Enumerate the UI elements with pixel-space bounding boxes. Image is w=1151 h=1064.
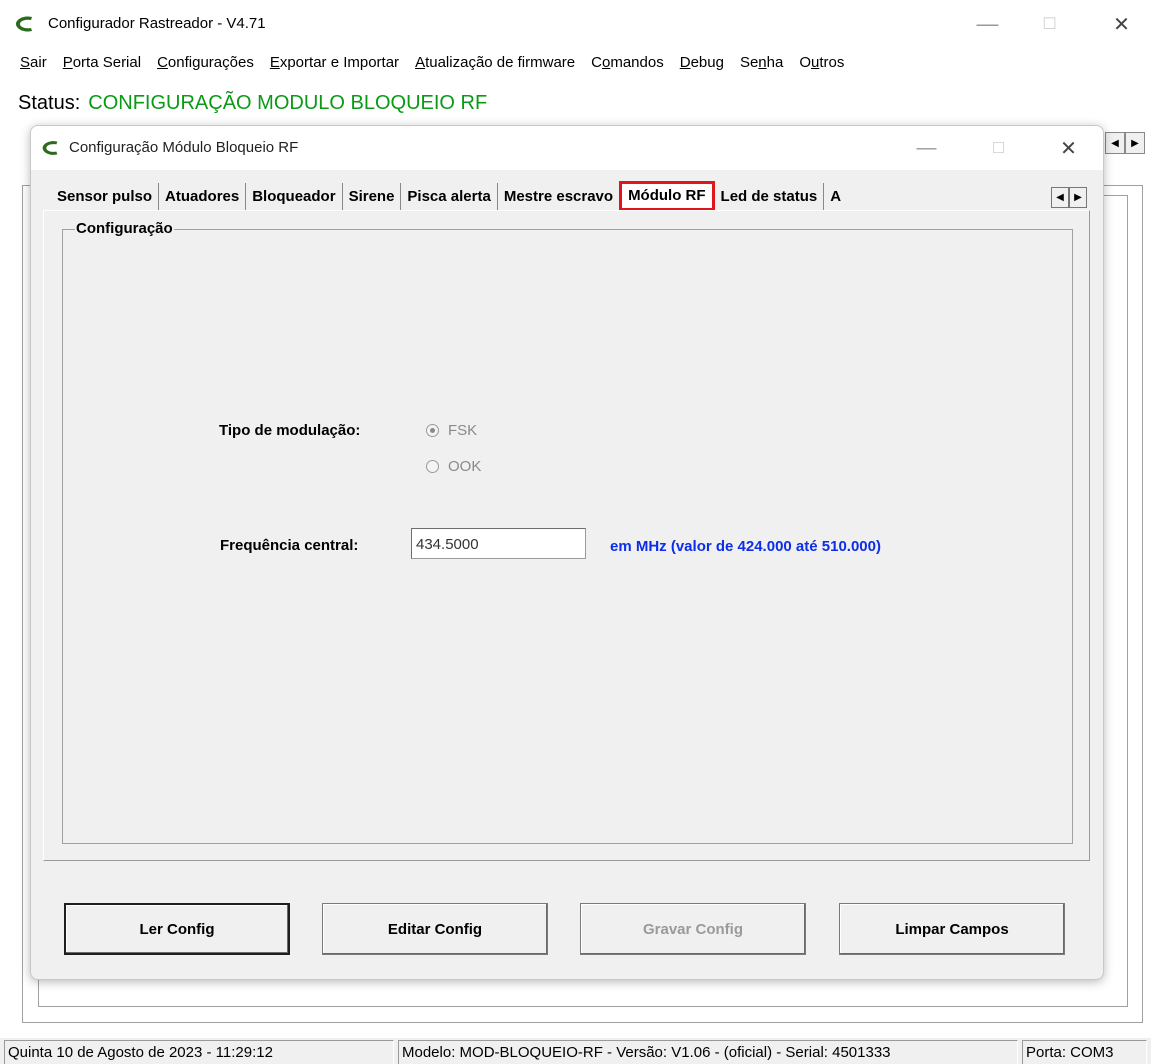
frequency-label: Frequência central: [220, 537, 359, 554]
rf-config-dialog: Configuração Módulo Bloqueio RF — ☐ ✕ Se… [30, 125, 1104, 980]
menu-sair[interactable]: Sair [10, 50, 55, 76]
dialog-logo-icon [42, 141, 58, 155]
status-value: CONFIGURAÇÃO MODULO BLOQUEIO RF [88, 92, 488, 114]
maximize-button[interactable]: ☐ [1022, 0, 1077, 48]
edit-config-button[interactable]: Editar Config [322, 903, 548, 955]
dialog-titlebar: Configuração Módulo Bloqueio RF — ☐ ✕ [31, 126, 1103, 170]
tab-panel-modulo-rf: Configuração Tipo de modulação: FSK OOK … [43, 210, 1090, 861]
menu-atualizacao-firmware[interactable]: Atualização de firmware [407, 50, 583, 76]
write-config-button[interactable]: Gravar Config [580, 903, 806, 955]
menu-senha[interactable]: Senha [732, 50, 791, 76]
menu-bar: Sair Porta Serial Configurações Exportar… [0, 50, 1151, 76]
main-tab-scroll-left-icon[interactable]: ◀ [1105, 132, 1125, 154]
menu-exportar-importar[interactable]: Exportar e Importar [262, 50, 407, 76]
tab-sensor-pulso[interactable]: Sensor pulso [51, 183, 160, 211]
config-group-title: Configuração [75, 220, 174, 237]
menu-outros[interactable]: Outros [791, 50, 852, 76]
statusbar-datetime: Quinta 10 de Agosto de 2023 - 11:29:12 [4, 1040, 394, 1064]
tab-led-de-status[interactable]: Led de status [715, 183, 825, 211]
status-label: Status: [18, 92, 81, 114]
app-logo-icon [16, 16, 32, 32]
menu-porta-serial[interactable]: Porta Serial [55, 50, 149, 76]
modulation-label: Tipo de modulação: [219, 422, 361, 439]
statusbar-port: Porta: COM3 [1022, 1040, 1147, 1064]
status-line: Status: CONFIGURAÇÃO MODULO BLOQUEIO RF [18, 92, 487, 115]
radio-fsk-circle-icon [426, 424, 439, 437]
radio-fsk-label: FSK [448, 422, 478, 439]
minimize-button[interactable]: — [960, 0, 1015, 48]
dialog-maximize-button[interactable]: ☐ [971, 126, 1026, 170]
main-tab-scroll-right-icon[interactable]: ▶ [1125, 132, 1145, 154]
menu-comandos[interactable]: Comandos [583, 50, 672, 76]
main-titlebar: Configurador Rastreador - V4.71 — ☐ ✕ [0, 0, 1151, 48]
tab-scroll-right-icon[interactable]: ▶ [1069, 187, 1087, 208]
tab-mestre-escravo[interactable]: Mestre escravo [498, 183, 619, 211]
app-title: Configurador Rastreador - V4.71 [48, 15, 266, 32]
clear-fields-button[interactable]: Limpar Campos [839, 903, 1065, 955]
statusbar-device: Modelo: MOD-BLOQUEIO-RF - Versão: V1.06 … [398, 1040, 1018, 1064]
tab-overflow[interactable]: A [824, 183, 844, 211]
tab-atuadores[interactable]: Atuadores [159, 183, 247, 211]
status-bar: Quinta 10 de Agosto de 2023 - 11:29:12 M… [0, 1038, 1151, 1064]
config-group: Configuração Tipo de modulação: FSK OOK … [62, 220, 1073, 844]
frequency-hint: em MHz (valor de 424.000 até 510.000) [610, 538, 881, 555]
frequency-input[interactable] [411, 528, 586, 559]
menu-configuracoes[interactable]: Configurações [149, 50, 262, 76]
radio-ook-circle-icon [426, 460, 439, 473]
read-config-button[interactable]: Ler Config [64, 903, 290, 955]
radio-ook[interactable]: OOK [426, 458, 481, 475]
dialog-minimize-button[interactable]: — [899, 126, 954, 170]
menu-debug[interactable]: Debug [672, 50, 732, 76]
radio-ook-label: OOK [448, 458, 482, 475]
tab-pisca-alerta[interactable]: Pisca alerta [401, 183, 498, 211]
tab-bloqueador[interactable]: Bloqueador [246, 183, 343, 211]
dialog-title: Configuração Módulo Bloqueio RF [69, 139, 299, 156]
dialog-close-button[interactable]: ✕ [1041, 126, 1096, 170]
tab-scroll: ◀ ▶ [1051, 187, 1087, 208]
dialog-tabs: Sensor pulso Atuadores Bloqueador Sirene… [51, 181, 844, 211]
tab-scroll-left-icon[interactable]: ◀ [1051, 187, 1069, 208]
close-button[interactable]: ✕ [1094, 0, 1149, 48]
main-tab-scroll: ◀ ▶ [1105, 132, 1145, 154]
radio-fsk[interactable]: FSK [426, 422, 477, 439]
tab-modulo-rf[interactable]: Módulo RF [619, 181, 715, 211]
tab-sirene[interactable]: Sirene [343, 183, 402, 211]
